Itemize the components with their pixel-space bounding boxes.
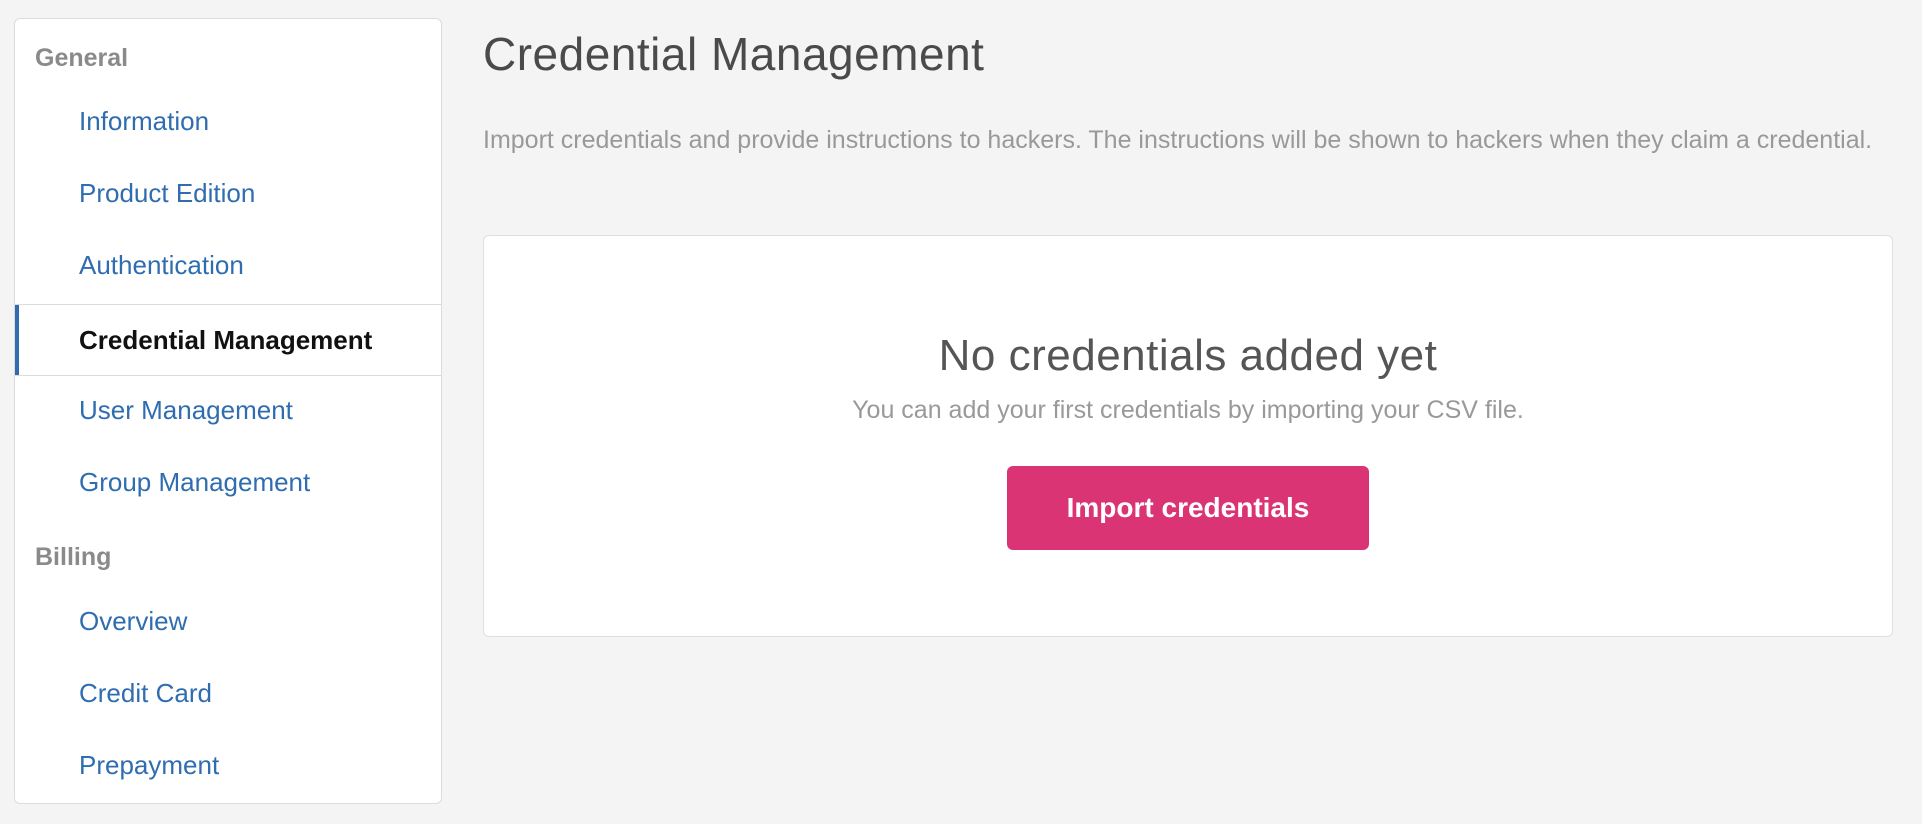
sidebar-item-group-management[interactable]: Group Management — [15, 446, 441, 518]
import-credentials-button[interactable]: Import credentials — [1007, 466, 1369, 550]
sidebar-item-authentication[interactable]: Authentication — [15, 229, 441, 301]
sidebar-item-overview[interactable]: Overview — [15, 585, 441, 657]
sidebar-item-product-edition[interactable]: Product Edition — [15, 157, 441, 229]
page-title: Credential Management — [483, 28, 985, 80]
empty-state-subtitle: You can add your first credentials by im… — [852, 396, 1524, 424]
sidebar-item-prepayment[interactable]: Prepayment — [15, 729, 441, 801]
sidebar-heading-billing: Billing — [35, 543, 112, 571]
sidebar-item-credential-management[interactable]: Credential Management — [15, 304, 441, 376]
empty-state-card: No credentials added yet You can add you… — [483, 235, 1893, 637]
settings-sidebar: General Information Product Edition Auth… — [14, 18, 442, 804]
settings-page: General Information Product Edition Auth… — [0, 0, 1922, 824]
page-description: Import credentials and provide instructi… — [483, 126, 1873, 154]
empty-state-title: No credentials added yet — [938, 331, 1438, 380]
sidebar-heading-general: General — [35, 44, 129, 72]
sidebar-item-information[interactable]: Information — [15, 85, 441, 157]
sidebar-item-user-management[interactable]: User Management — [15, 374, 441, 446]
sidebar-item-credit-card[interactable]: Credit Card — [15, 657, 441, 729]
